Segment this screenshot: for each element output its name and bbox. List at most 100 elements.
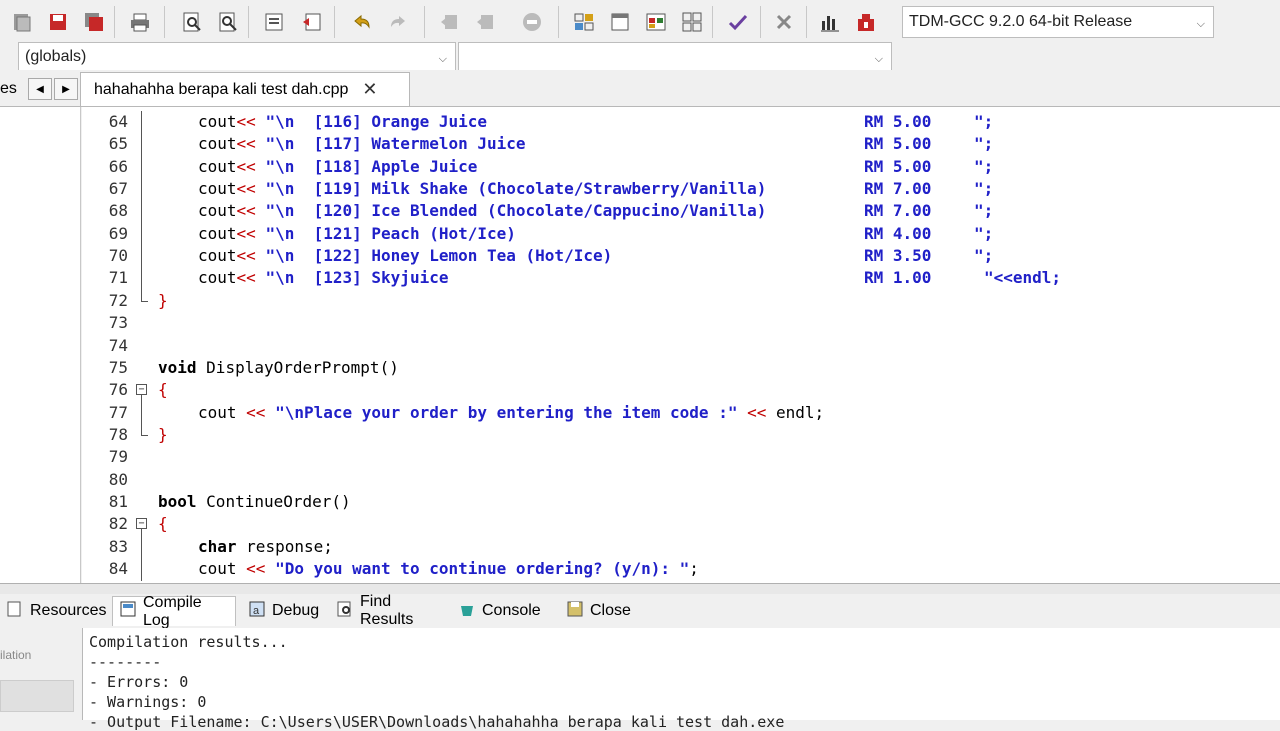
cout-keyword: cout — [198, 156, 237, 176]
globals-select[interactable]: (globals) ⌵ — [18, 42, 456, 72]
cout-keyword: cout — [198, 559, 247, 578]
chart-small-icon[interactable] — [642, 8, 670, 36]
chevron-down-icon: ⌵ — [438, 53, 447, 65]
fold-guide — [141, 267, 142, 291]
line-number: 70 — [108, 246, 128, 266]
undo-icon[interactable] — [348, 8, 376, 36]
function-name: ContinueOrder() — [206, 491, 351, 511]
delete-icon[interactable] — [770, 8, 798, 36]
stream-operator: << — [246, 559, 276, 578]
stream-operator: << — [236, 134, 266, 154]
fold-toggle-icon[interactable]: − — [136, 384, 147, 396]
stream-operator: << — [236, 268, 266, 288]
new-icon[interactable] — [8, 8, 36, 36]
menu-item-text: [122] Honey Lemon Tea (Hot/Ice) — [313, 246, 613, 266]
menu-item-text: [119] Milk Shake (Chocolate/Strawberry/V… — [313, 179, 767, 199]
tab-resources[interactable]: Resources — [0, 596, 106, 626]
tab-close[interactable]: Close — [560, 596, 634, 626]
stream-operator: << — [236, 179, 266, 199]
menu-item-price: RM 5.00 — [864, 134, 932, 154]
bookmark-icon[interactable] — [518, 8, 546, 36]
menu-item-text: [120] Ice Blended (Chocolate/Cappucino/V… — [313, 201, 767, 221]
code-editor[interactable]: 64 cout<< "\n [116] Orange Juice RM 5.00 ";… — [82, 107, 1280, 583]
string-end: "; — [974, 201, 994, 221]
line-number: 75 — [108, 357, 128, 377]
check-icon[interactable] — [724, 8, 752, 36]
compiler-select[interactable]: TDM-GCC 9.2.0 64-bit Release ⌵ — [902, 6, 1214, 38]
code-line[interactable]: 77 cout << "\nPlace your order by enterin… — [82, 401, 1280, 425]
save-icon[interactable] — [44, 8, 72, 36]
menu-item-text: [117] Watermelon Juice — [313, 134, 526, 154]
replace-icon[interactable] — [214, 8, 242, 36]
type-keyword: bool — [158, 491, 197, 511]
code-line[interactable]: 66 cout<< "\n [118] Apple Juice RM 5.00 "; — [82, 155, 1280, 179]
code-line[interactable]: 74 — [82, 335, 1280, 357]
code-line[interactable]: 65 cout<< "\n [117] Watermelon Juice RM 5.… — [82, 133, 1280, 157]
code-line[interactable]: 71 cout<< "\n [123] Skyjuice RM 1.00 "<<end… — [82, 267, 1280, 291]
tab-debug[interactable]: a Debug — [242, 596, 324, 626]
stream-operator: << — [236, 156, 266, 176]
member-select[interactable]: ⌵ — [458, 42, 892, 72]
close-tab-icon — [566, 600, 584, 623]
code-line[interactable]: 82−{ — [82, 513, 1280, 537]
debug-icon[interactable] — [852, 8, 880, 36]
cout-keyword: cout — [198, 268, 237, 288]
compiler-select-value: TDM-GCC 9.2.0 64-bit Release — [909, 13, 1133, 30]
code-text: cout << "Do you want to continue orderin… — [198, 558, 699, 580]
find-icon[interactable] — [178, 8, 206, 36]
code-line[interactable]: 70 cout<< "\n [122] Honey Lemon Tea (Hot/… — [82, 245, 1280, 269]
tab-find-results[interactable]: Find Results — [330, 593, 446, 628]
code-line[interactable]: 84 cout << "Do you want to continue order… — [82, 558, 1280, 581]
window-icon[interactable] — [606, 8, 634, 36]
fold-guide — [141, 558, 142, 581]
indent-icon[interactable] — [260, 8, 288, 36]
semicolon: ; — [689, 559, 699, 578]
code-line[interactable]: 68 cout<< "\n [120] Ice Blended (Chocolat… — [82, 200, 1280, 224]
code-line[interactable]: 73 — [82, 312, 1280, 334]
tab-compile-log[interactable]: Compile Log — [112, 594, 236, 629]
tab-file[interactable]: hahahahha berapa kali test dah.cpp ✕ — [80, 72, 410, 106]
forward-icon[interactable] — [472, 8, 500, 36]
code-line[interactable]: 67 cout<< "\n [119] Milk Shake (Chocolate… — [82, 178, 1280, 202]
code-line[interactable]: 75 void DisplayOrderPrompt() — [82, 357, 1280, 379]
stream-operator: << — [236, 112, 266, 131]
panel-splitter[interactable] — [0, 583, 1280, 594]
code-line[interactable]: 72} — [82, 289, 1280, 312]
save-all-icon[interactable] — [80, 8, 108, 36]
code-line[interactable]: 83 char response; — [82, 535, 1280, 559]
line-number: 79 — [108, 447, 128, 467]
stream-operator: << — [236, 201, 266, 221]
cout-keyword: cout — [198, 223, 237, 243]
code-line[interactable]: 81 bool ContinueOrder() — [82, 491, 1280, 513]
code-line[interactable]: 69 cout<< "\n [121] Peach (Hot/Ice) RM 4.0… — [82, 222, 1280, 246]
debug-tab-icon: a — [248, 600, 266, 623]
tab-scroll-left-icon[interactable]: ◀ — [28, 78, 52, 100]
left-panel-tab-label[interactable]: es — [0, 80, 17, 98]
tiles-icon[interactable] — [678, 8, 706, 36]
redo-icon[interactable] — [384, 8, 412, 36]
string-end: "; — [974, 246, 994, 266]
string-prefix: "\n — [265, 223, 314, 243]
print-icon[interactable] — [126, 8, 154, 36]
unindent-icon[interactable] — [298, 8, 326, 36]
code-line[interactable]: 78} — [82, 423, 1280, 446]
code-line[interactable]: 79 — [82, 446, 1280, 468]
close-icon[interactable]: ✕ — [362, 79, 377, 100]
type-keyword: void — [158, 357, 197, 377]
bar-chart-icon[interactable] — [816, 8, 844, 36]
string-prefix: "\n — [265, 201, 314, 221]
code-line[interactable]: 64 cout<< "\n [116] Orange Juice RM 5.00 "; — [82, 111, 1280, 134]
log-line: - Warnings: 0 — [89, 693, 207, 711]
code-line[interactable]: 80 — [82, 469, 1280, 491]
tab-scroll-right-icon[interactable]: ▶ — [54, 78, 78, 100]
menu-item-price: RM 5.00 — [864, 156, 932, 176]
fold-toggle-icon[interactable]: − — [136, 518, 147, 530]
abort-compilation-button[interactable] — [0, 680, 74, 712]
grid-icon[interactable] — [570, 8, 598, 36]
code-text: cout<< "\n [118] Apple Juice RM 5.00 "; — [198, 156, 993, 178]
back-icon[interactable] — [436, 8, 464, 36]
code-line[interactable]: 76−{ — [82, 379, 1280, 403]
tab-console[interactable]: Console — [452, 596, 554, 626]
menu-item-price: RM 4.00 — [864, 223, 932, 243]
